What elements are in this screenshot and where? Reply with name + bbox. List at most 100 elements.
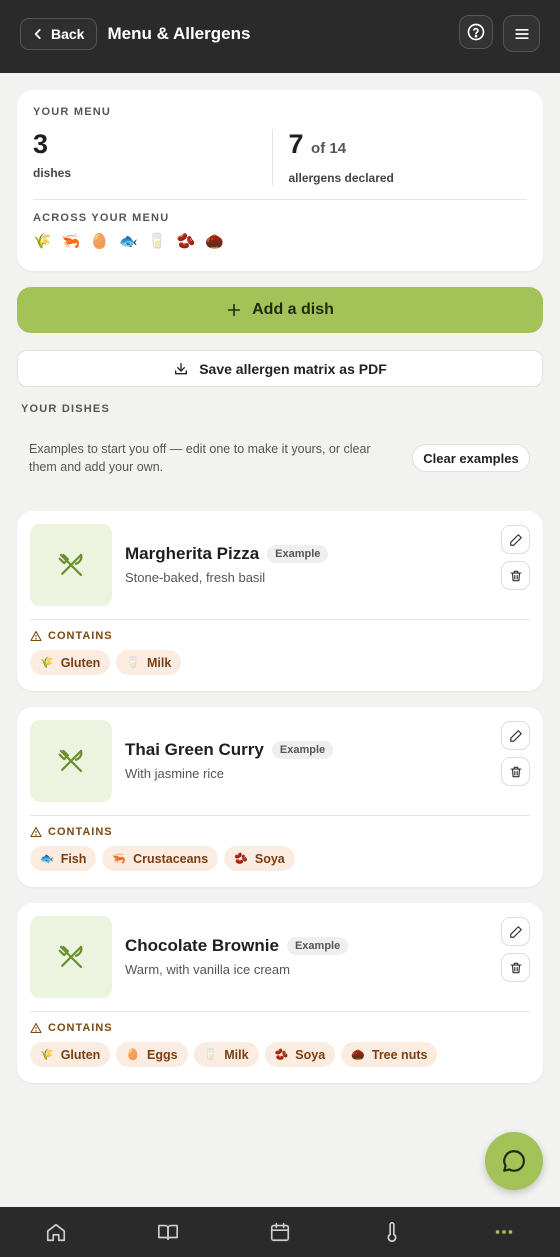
summary-kicker: YOUR MENU: [33, 106, 112, 118]
fork-knife-icon: [58, 945, 83, 969]
allergen-chip-label: Fish: [60, 851, 87, 866]
pencil-icon: [509, 925, 522, 938]
thermometer-icon: [387, 1222, 397, 1242]
trash-icon: [510, 962, 521, 973]
allergen-chip: 🐟 Fish: [30, 846, 97, 871]
contains-heading: CONTAINS: [30, 826, 530, 838]
chat-button[interactable]: [485, 1132, 543, 1190]
allergens-total: of 14: [311, 140, 347, 157]
soya-icon: 🫘: [234, 853, 248, 865]
calendar-icon: [270, 1222, 290, 1242]
tree-nuts-icon: 🌰: [351, 1049, 365, 1061]
menu-summary-card: YOUR MENU 3 dishes 7 of 14 allergens dec…: [17, 90, 543, 271]
fish-icon: 🐟: [119, 233, 138, 250]
gluten-icon: 🌾: [40, 657, 54, 669]
back-label: Back: [51, 25, 85, 42]
bottom-nav: [0, 1207, 560, 1257]
pencil-icon: [509, 533, 522, 546]
allergen-icon-row: 🌾 🦐 🥚 🐟 🥛 🫘 🌰: [33, 232, 527, 250]
nav-more[interactable]: [474, 1212, 534, 1252]
allergen-chip-label: Soya: [254, 851, 285, 866]
add-dish-label: Add a dish: [252, 301, 334, 318]
warning-icon: [30, 630, 42, 642]
allergen-chip-label: Soya: [295, 1047, 326, 1062]
allergen-chip: 🫘 Soya: [224, 846, 295, 871]
allergen-chips: 🐟 Fish 🦐 Crustaceans 🫘 Soya: [30, 846, 530, 871]
contains-heading: CONTAINS: [30, 1022, 530, 1034]
dish-name: Thai Green Curry: [125, 740, 264, 759]
warning-icon: [30, 1022, 42, 1034]
across-menu-kicker: ACROSS YOUR MENU: [33, 212, 170, 224]
trash-icon: [510, 766, 521, 777]
dish-card: Margherita Pizza Example Stone-baked, fr…: [17, 511, 543, 691]
allergen-chip-label: Gluten: [60, 655, 101, 670]
allergen-chip: 🌾 Gluten: [30, 650, 111, 675]
allergen-chip: 🫘 Soya: [264, 1042, 336, 1067]
plus-icon: [227, 303, 241, 317]
delete-dish-button[interactable]: [501, 561, 530, 590]
page-title: Menu & Allergens: [107, 23, 251, 43]
example-badge: Example: [286, 937, 349, 955]
back-button[interactable]: Back: [20, 17, 98, 50]
allergen-chip: 🌾 Gluten: [30, 1042, 111, 1067]
allergen-chip-label: Tree nuts: [371, 1047, 428, 1062]
dishes-stat: 3 dishes: [33, 129, 272, 185]
eggs-icon: 🥚: [90, 233, 110, 250]
soya-icon: 🫘: [274, 1049, 289, 1061]
example-badge: Example: [271, 741, 334, 759]
chat-bubble-icon: [503, 1150, 525, 1172]
allergen-chip-label: Milk: [224, 1047, 249, 1062]
tree-nuts-icon: 🌰: [205, 233, 224, 250]
fork-knife-icon: [58, 553, 83, 577]
dish-thumbnail: [30, 916, 112, 998]
dish-card: Thai Green Curry Example With jasmine ri…: [17, 707, 543, 887]
eggs-icon: 🥚: [126, 1049, 140, 1061]
dish-card: Chocolate Brownie Example Warm, with van…: [17, 903, 543, 1083]
contains-label: CONTAINS: [48, 630, 113, 642]
dishes-label: dishes: [33, 166, 72, 180]
edit-dish-button[interactable]: [501, 721, 530, 750]
dish-thumbnail: [30, 524, 112, 606]
top-bar: Back Menu & Allergens: [0, 0, 560, 73]
allergen-chips: 🌾 Gluten 🥚 Eggs 🥛 Milk 🫘 Soya 🌰 Tree nuts: [30, 1042, 530, 1067]
add-dish-button[interactable]: Add a dish: [17, 287, 543, 333]
dish-name: Chocolate Brownie: [125, 936, 279, 955]
allergen-chip-label: Milk: [147, 655, 172, 670]
delete-dish-button[interactable]: [501, 757, 530, 786]
gluten-icon: 🌾: [40, 1049, 54, 1061]
contains-label: CONTAINS: [48, 826, 113, 838]
nav-home[interactable]: [26, 1212, 86, 1252]
allergen-chip-label: Gluten: [60, 1047, 101, 1062]
contains-label: CONTAINS: [48, 1022, 113, 1034]
trash-icon: [510, 570, 521, 581]
allergen-chip: 🌰 Tree nuts: [341, 1042, 438, 1067]
save-pdf-button[interactable]: Save allergen matrix as PDF: [17, 350, 543, 387]
dish-description: Stone-baked, fresh basil: [125, 570, 266, 585]
clear-examples-button[interactable]: Clear examples: [412, 444, 530, 472]
help-button[interactable]: [459, 15, 493, 49]
gluten-icon: 🌾: [33, 233, 52, 250]
fish-icon: 🐟: [40, 853, 54, 865]
edit-dish-button[interactable]: [501, 525, 530, 554]
allergens-stat: 7 of 14 allergens declared: [271, 129, 528, 185]
warning-icon: [30, 826, 42, 838]
nav-temperature[interactable]: [362, 1212, 422, 1252]
your-dishes-title: YOUR DISHES: [21, 403, 110, 415]
dish-divider: [30, 619, 530, 620]
allergen-chip-label: Eggs: [147, 1047, 178, 1062]
delete-dish-button[interactable]: [501, 953, 530, 982]
milk-icon: 🥛: [147, 233, 167, 250]
contains-heading: CONTAINS: [30, 630, 530, 642]
menu-button[interactable]: [503, 15, 540, 52]
home-icon: [46, 1223, 66, 1242]
more-dots-icon: [495, 1230, 513, 1234]
nav-calendar[interactable]: [250, 1212, 310, 1252]
edit-dish-button[interactable]: [501, 917, 530, 946]
soya-icon: 🫘: [176, 233, 196, 250]
download-icon: [175, 362, 188, 374]
save-pdf-label: Save allergen matrix as PDF: [199, 360, 387, 377]
nav-menu-book[interactable]: [138, 1212, 198, 1252]
pencil-icon: [509, 729, 522, 742]
allergen-chip: 🥛 Milk: [116, 650, 182, 675]
dish-thumbnail: [30, 720, 112, 802]
